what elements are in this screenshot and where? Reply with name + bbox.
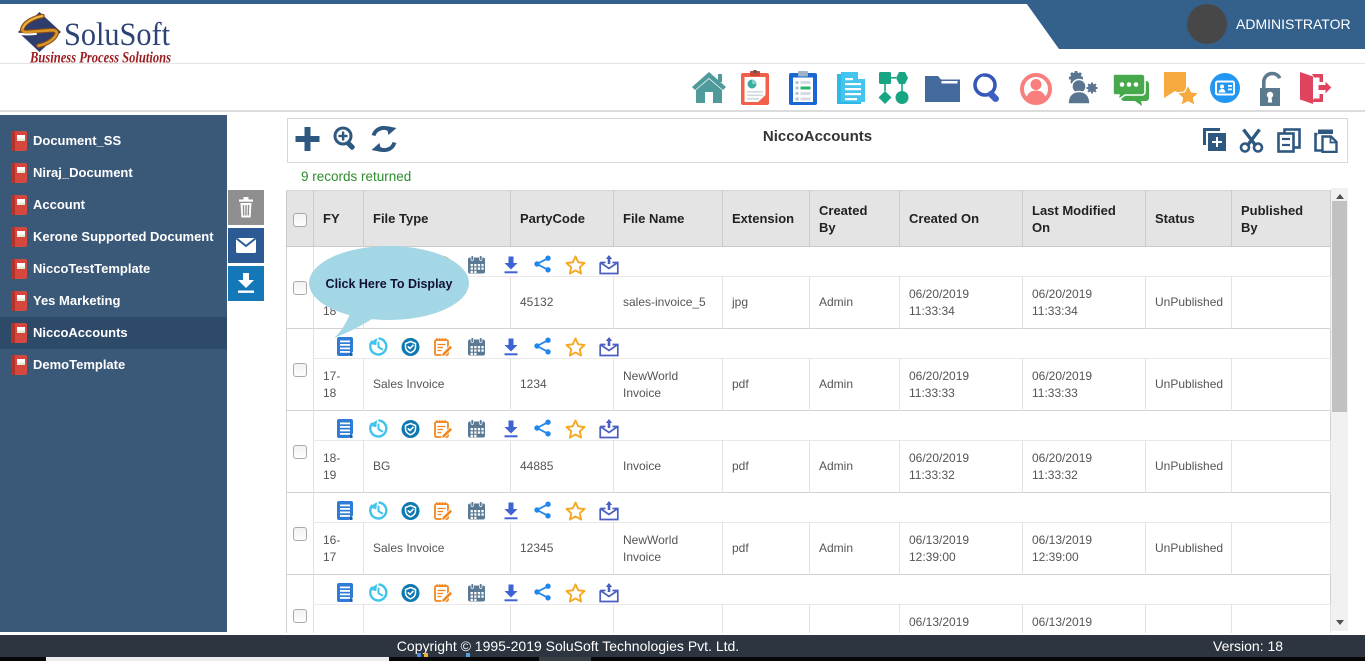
svg-text:Business Process Solutions: Business Process Solutions [29, 50, 171, 67]
svg-text:SoluSoft: SoluSoft [64, 17, 170, 53]
svg-text:Click Here To Display: Click Here To Display [326, 277, 453, 291]
